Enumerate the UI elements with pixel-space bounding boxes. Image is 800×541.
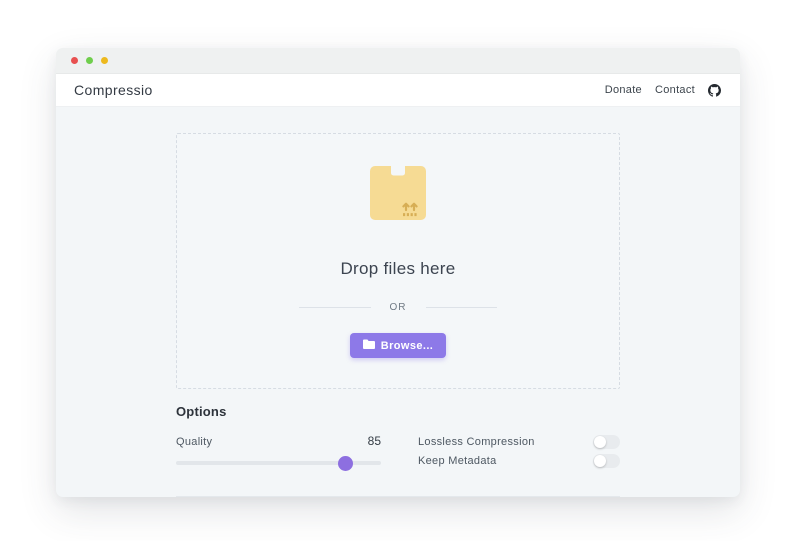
browse-button[interactable]: Browse... <box>349 333 447 358</box>
quality-control: Quality 85 <box>176 434 381 473</box>
quality-label: Quality <box>176 436 213 448</box>
divider-line-left <box>299 307 371 308</box>
or-divider: OR <box>299 302 497 313</box>
quality-value: 85 <box>367 434 381 448</box>
or-label: OR <box>389 302 407 313</box>
window-titlebar <box>56 48 740 74</box>
lossless-toggle[interactable] <box>593 435 620 449</box>
browse-button-label: Browse... <box>380 339 434 352</box>
keep-metadata-label: Keep Metadata <box>418 455 497 467</box>
app-window: Compressio Donate Contact Drop files her… <box>56 48 740 497</box>
options-body: Quality 85 Lossless Compression Keep Met… <box>176 434 620 473</box>
lossless-label: Lossless Compression <box>418 436 535 448</box>
top-nav: Compressio Donate Contact <box>56 74 740 107</box>
toggle-knob <box>594 436 606 448</box>
page: Compressio Donate Contact Drop files her… <box>0 0 800 541</box>
options-heading: Options <box>176 404 227 419</box>
quality-row: Quality 85 <box>176 434 381 448</box>
donate-link[interactable]: Donate <box>605 84 642 96</box>
divider-line-right <box>425 307 497 308</box>
brand-title: Compressio <box>74 82 153 98</box>
options-section: Options Quality 85 Lossless Compression <box>176 404 620 497</box>
keep-metadata-toggle[interactable] <box>593 454 620 468</box>
main-content: Drop files here OR Browse... Options Qua… <box>56 107 740 497</box>
traffic-light-maximize[interactable] <box>101 57 108 64</box>
package-icon <box>370 164 426 227</box>
quality-slider[interactable] <box>176 461 381 465</box>
dropzone-title: Drop files here <box>340 259 456 278</box>
options-bottom-divider <box>176 496 620 497</box>
lossless-row: Lossless Compression <box>418 435 620 449</box>
toggle-options: Lossless Compression Keep Metadata <box>418 434 620 473</box>
traffic-light-minimize[interactable] <box>86 57 93 64</box>
nav-links: Donate Contact <box>605 83 722 97</box>
file-dropzone[interactable]: Drop files here OR Browse... <box>176 133 620 389</box>
keep-metadata-row: Keep Metadata <box>418 454 620 468</box>
traffic-light-close[interactable] <box>71 57 78 64</box>
toggle-knob <box>594 455 606 467</box>
github-icon[interactable] <box>708 83 722 97</box>
folder-icon <box>362 339 375 352</box>
contact-link[interactable]: Contact <box>655 84 695 96</box>
